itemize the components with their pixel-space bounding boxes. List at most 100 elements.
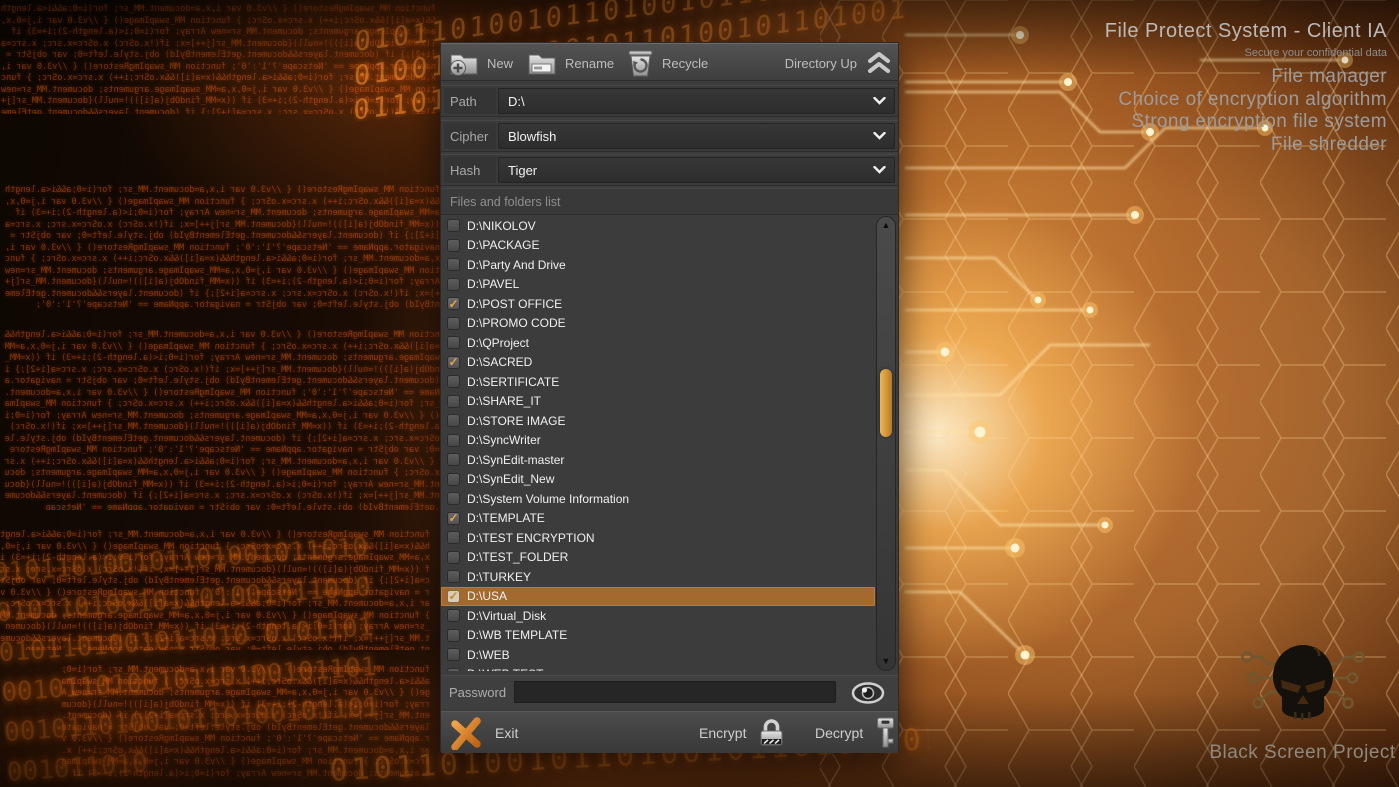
checkbox-checked[interactable]: ✓ xyxy=(447,512,460,525)
file-list: D:\NIKOLOV D:\PACKAGE D:\Party And Drive D:… xyxy=(441,216,898,671)
checkbox[interactable] xyxy=(447,258,460,271)
checkbox[interactable] xyxy=(447,219,460,232)
list-item-label: D:\SERTIFICATE xyxy=(467,375,559,389)
list-item-label: D:\PAVEL xyxy=(467,277,519,291)
list-item[interactable]: D:\PAVEL xyxy=(441,275,875,295)
list-item-label: D:\Party And Drive xyxy=(467,258,566,272)
list-item-label: D:\WEB TEST xyxy=(467,667,543,671)
list-item[interactable]: D:\WEB xyxy=(441,645,875,665)
list-item[interactable]: ✓D:\POST OFFICE xyxy=(441,294,875,314)
chevron-down-icon xyxy=(873,97,886,105)
checkbox[interactable] xyxy=(447,336,460,349)
skull-logo xyxy=(1228,632,1378,744)
password-input[interactable] xyxy=(514,681,836,703)
list-item[interactable]: D:\SHARE_IT xyxy=(441,392,875,412)
new-folder-icon xyxy=(449,49,479,77)
checkbox[interactable] xyxy=(447,453,460,466)
new-button-label: New xyxy=(487,56,513,71)
password-label: Password xyxy=(449,676,506,709)
recycle-button[interactable]: Recycle xyxy=(627,46,708,80)
list-item[interactable]: D:\TEST_FOLDER xyxy=(441,548,875,568)
checkbox[interactable] xyxy=(447,492,460,505)
new-button[interactable]: New xyxy=(449,46,513,80)
cipher-value: Blowfish xyxy=(499,129,873,144)
list-item[interactable]: D:\SyncWriter xyxy=(441,431,875,451)
toolbar: New Rename Recycle Di xyxy=(441,43,898,81)
list-item[interactable]: D:\TURKEY xyxy=(441,567,875,587)
checkbox[interactable] xyxy=(447,473,460,486)
checkbox[interactable] xyxy=(447,317,460,330)
exit-button[interactable]: Exit xyxy=(449,712,518,754)
directory-up-button[interactable]: Directory Up xyxy=(785,46,892,80)
list-item[interactable]: D:\QProject xyxy=(441,333,875,353)
list-item[interactable]: D:\SynEdit_New xyxy=(441,470,875,490)
feature-list: File managerChoice of encryption algorit… xyxy=(1118,66,1387,156)
action-bar: Exit Encrypt Decrypt xyxy=(441,711,898,753)
scroll-up-icon[interactable]: ▲ xyxy=(877,221,895,230)
list-header: Files and folders list xyxy=(441,188,898,215)
list-item-label: D:\WB TEMPLATE xyxy=(467,628,567,642)
scrollbar-thumb[interactable] xyxy=(880,369,892,437)
list-item[interactable]: D:\PROMO CODE xyxy=(441,314,875,334)
decrypt-button[interactable]: Decrypt xyxy=(815,712,897,754)
list-item[interactable]: D:\SERTIFICATE xyxy=(441,372,875,392)
checkbox[interactable] xyxy=(447,278,460,291)
checkbox[interactable] xyxy=(447,609,460,622)
list-item[interactable]: D:\WEB TEST xyxy=(441,665,875,672)
hash-value: Tiger xyxy=(499,163,873,178)
list-item[interactable]: D:\STORE IMAGE xyxy=(441,411,875,431)
list-item[interactable]: ✓ D:\SACRED xyxy=(441,353,875,373)
checkbox[interactable] xyxy=(447,434,460,447)
path-select[interactable]: D:\ xyxy=(498,88,895,114)
list-item[interactable]: D:\Virtual_Disk xyxy=(441,606,875,626)
show-password-eye-icon[interactable] xyxy=(851,682,885,704)
list-item-label: D:\NIKOLOV xyxy=(467,219,536,233)
encrypt-button[interactable]: Encrypt xyxy=(699,712,785,754)
checkbox[interactable] xyxy=(447,570,460,583)
checkbox[interactable] xyxy=(447,629,460,642)
list-item-label: D:\SHARE_IT xyxy=(467,394,541,408)
checkbox[interactable] xyxy=(447,414,460,427)
checkbox[interactable] xyxy=(447,668,460,671)
list-item[interactable]: D:\TEST ENCRYPTION xyxy=(441,528,875,548)
list-item-label: D:\SyncWriter xyxy=(467,433,541,447)
checkbox[interactable] xyxy=(447,375,460,388)
cipher-select[interactable]: Blowfish xyxy=(498,123,895,149)
checkbox[interactable] xyxy=(447,551,460,564)
hash-select[interactable]: Tiger xyxy=(498,157,895,183)
list-item-label: D:\WEB xyxy=(467,648,510,662)
screen: function MM_swapImgRestore() { //v3.0 va… xyxy=(0,0,1399,787)
checkbox-checked[interactable]: ✓ xyxy=(447,297,460,310)
checkbox[interactable] xyxy=(447,531,460,544)
recycle-bin-icon xyxy=(627,48,654,78)
scroll-down-icon[interactable]: ▼ xyxy=(877,657,895,666)
checkbox[interactable] xyxy=(447,239,460,252)
checkbox-checked[interactable]: ✓ xyxy=(447,590,460,603)
list-item-label: D:\STORE IMAGE xyxy=(467,414,565,428)
list-item[interactable]: D:\WB TEMPLATE xyxy=(441,626,875,646)
list-item[interactable]: D:\PACKAGE xyxy=(441,236,875,256)
list-item[interactable]: D:\System Volume Information xyxy=(441,489,875,509)
feature-line: File manager xyxy=(1118,66,1387,89)
list-item[interactable]: ✓D:\TEMPLATE xyxy=(441,509,875,529)
checkbox[interactable] xyxy=(447,648,460,661)
decrypt-label: Decrypt xyxy=(815,725,863,741)
cipher-field-row: Cipher Blowfish xyxy=(441,120,898,152)
checkbox-checked[interactable]: ✓ xyxy=(447,356,460,369)
feature-line: File shredder xyxy=(1118,134,1387,157)
exit-x-icon xyxy=(449,716,483,750)
list-item-label: D:\Virtual_Disk xyxy=(467,609,546,623)
list-item[interactable]: D:\SynEdit-master xyxy=(441,450,875,470)
list-scrollbar[interactable]: ▲ ▼ xyxy=(876,216,896,671)
list-item[interactable]: ✓D:\USA xyxy=(441,587,875,607)
exit-label: Exit xyxy=(495,725,518,741)
path-label: Path xyxy=(444,88,496,114)
checkbox[interactable] xyxy=(447,395,460,408)
list-item[interactable]: D:\Party And Drive xyxy=(441,255,875,275)
list-item[interactable]: D:\NIKOLOV xyxy=(441,216,875,236)
list-item-label: D:\SACRED xyxy=(467,355,532,369)
rename-button[interactable]: Rename xyxy=(527,46,614,80)
list-item-label: D:\PROMO CODE xyxy=(467,316,566,330)
list-item-label: D:\SynEdit-master xyxy=(467,453,564,467)
list-item-label: D:\TURKEY xyxy=(467,570,531,584)
